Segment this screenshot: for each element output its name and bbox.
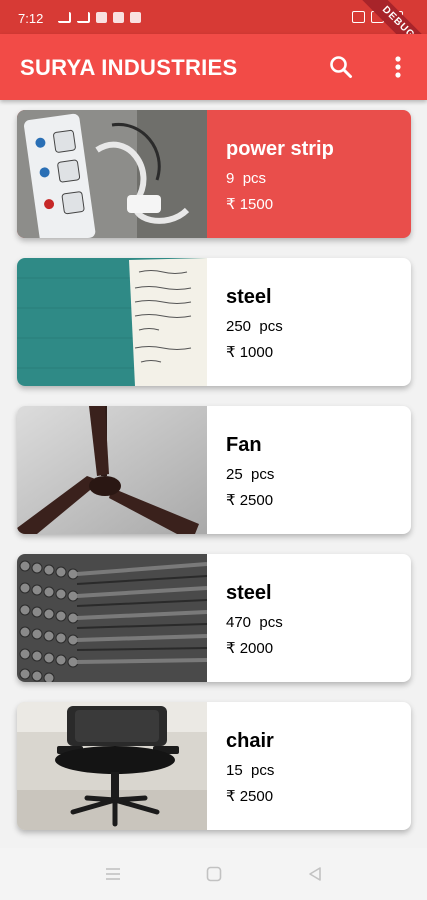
product-list: power strip 9 pcs ₹ 1500 steel 250 pcs ₹… xyxy=(17,110,411,850)
product-card[interactable]: chair 15 pcs ₹ 2500 xyxy=(17,702,411,830)
product-info: steel 250 pcs ₹ 1000 xyxy=(226,286,283,361)
product-name: Fan xyxy=(226,434,262,456)
product-info: chair 15 pcs ₹ 2500 xyxy=(226,730,274,805)
product-name: power strip xyxy=(226,138,334,160)
system-nav-bar xyxy=(0,848,427,900)
search-icon xyxy=(330,56,352,78)
back-button[interactable] xyxy=(306,865,324,883)
back-triangle-icon xyxy=(309,867,321,881)
status-bar: 7:12 xyxy=(0,0,427,34)
product-card[interactable]: Fan 25 pcs ₹ 2500 xyxy=(17,406,411,534)
home-button[interactable] xyxy=(205,865,223,883)
product-info: power strip 9 pcs ₹ 1500 xyxy=(226,138,334,213)
volte-icon xyxy=(352,11,365,23)
product-price: ₹ 1500 xyxy=(226,196,274,213)
more-vert-icon xyxy=(395,56,401,78)
signal-icon xyxy=(58,12,71,23)
product-price: ₹ 2500 xyxy=(226,788,274,805)
product-name: steel xyxy=(226,582,272,604)
app-bar: SURYA INDUSTRIES xyxy=(0,34,427,100)
product-price: ₹ 2000 xyxy=(226,640,274,657)
app-notification-icon xyxy=(130,12,141,23)
product-image-steel-rods xyxy=(17,554,207,682)
home-square-icon xyxy=(206,866,222,882)
product-quantity: 15 pcs xyxy=(226,762,275,779)
search-button[interactable] xyxy=(328,54,354,80)
signal-icon xyxy=(77,12,90,23)
product-image-power-strip xyxy=(17,110,207,238)
product-quantity: 25 pcs xyxy=(226,466,275,483)
product-name: steel xyxy=(226,286,272,308)
product-card[interactable]: steel 470 pcs ₹ 2000 xyxy=(17,554,411,682)
product-image-steel-note xyxy=(17,258,207,386)
product-quantity: 250 pcs xyxy=(226,318,283,335)
status-time: 7:12 xyxy=(18,11,44,26)
product-name: chair xyxy=(226,730,274,752)
app-notification-icon xyxy=(96,12,107,23)
product-card[interactable]: steel 250 pcs ₹ 1000 xyxy=(17,258,411,386)
product-info: steel 470 pcs ₹ 2000 xyxy=(226,582,283,657)
product-price: ₹ 1000 xyxy=(226,344,274,361)
product-quantity: 470 pcs xyxy=(226,614,283,631)
product-card[interactable]: power strip 9 pcs ₹ 1500 xyxy=(17,110,411,238)
product-image-fan xyxy=(17,406,207,534)
product-info: Fan 25 pcs ₹ 2500 xyxy=(226,434,274,509)
product-quantity: 9 pcs xyxy=(226,170,267,187)
overflow-menu-button[interactable] xyxy=(388,54,408,80)
notification-icons xyxy=(58,12,141,23)
recents-button[interactable] xyxy=(104,865,122,883)
app-notification-icon xyxy=(113,12,124,23)
product-image-chair xyxy=(17,702,207,830)
page-title: SURYA INDUSTRIES xyxy=(20,55,238,80)
menu-lines-icon xyxy=(106,868,120,880)
product-price: ₹ 2500 xyxy=(226,492,274,509)
